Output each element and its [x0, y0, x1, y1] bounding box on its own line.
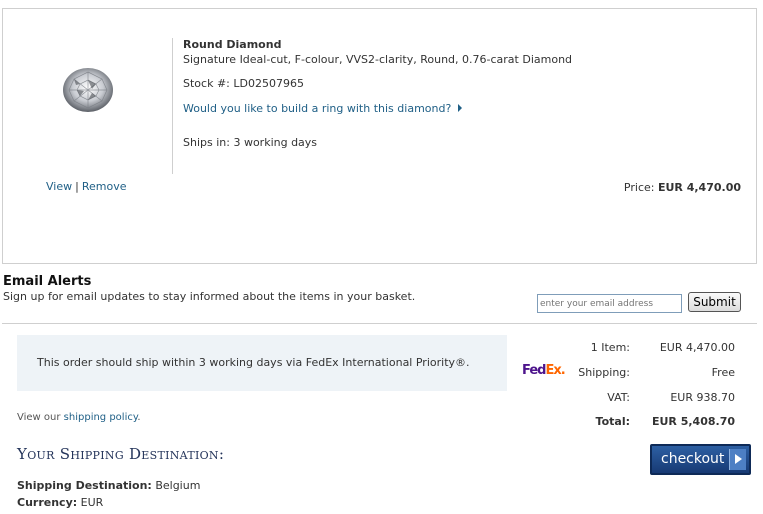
ships-in-text: Ships in: 3 working days	[183, 136, 318, 149]
stock-number: LD02507965	[233, 77, 304, 90]
diamond-image[interactable]	[62, 67, 114, 113]
item-description: Signature Ideal-cut, F-colour, VVS2-clar…	[183, 53, 573, 66]
vat-link[interactable]: VAT:	[510, 391, 630, 404]
shipping-policy-row: View our shipping policy.	[17, 412, 141, 423]
item-divider	[172, 38, 173, 174]
actions-separator: |	[75, 180, 79, 193]
item-title: Round Diamond	[183, 38, 282, 51]
basket-item-panel	[2, 8, 757, 264]
shipping-destination-heading: Your Shipping Destination:	[17, 445, 225, 463]
email-input[interactable]	[537, 294, 682, 313]
destination-row: Shipping Destination: Belgium	[17, 479, 200, 492]
item-actions: View | Remove	[46, 180, 126, 193]
build-ring-link[interactable]: Would you like to build a ring with this…	[183, 102, 451, 115]
item-price: Price: EUR 4,470.00	[624, 181, 741, 194]
destination-value: Belgium	[155, 479, 201, 492]
email-alerts-subtitle: Sign up for email updates to stay inform…	[3, 290, 416, 303]
total-value: EUR 5,408.70	[651, 415, 735, 428]
policy-suffix: .	[137, 412, 141, 423]
shipping-notice: This order should ship within 3 working …	[17, 335, 507, 391]
currency-row: Currency: EUR	[17, 496, 103, 509]
items-count-label: 1 Item:	[590, 341, 630, 354]
checkout-button[interactable]: checkout	[650, 444, 751, 475]
submit-button[interactable]: Submit	[688, 292, 741, 312]
email-alerts-title: Email Alerts	[3, 274, 92, 289]
destination-label: Shipping Destination:	[17, 479, 152, 492]
total-label: Total:	[595, 415, 630, 428]
stock-number-row: Stock #: LD02507965	[183, 77, 304, 90]
shipping-cost-label: Shipping:	[578, 366, 630, 379]
vat-value: EUR 938.70	[670, 391, 735, 404]
policy-prefix: View our	[17, 412, 61, 423]
currency-value: EUR	[80, 496, 104, 509]
arrow-right-icon	[729, 449, 746, 470]
view-item-link[interactable]: View	[46, 180, 72, 193]
shipping-policy-link[interactable]: shipping policy	[64, 412, 138, 423]
build-ring-row: Would you like to build a ring with this…	[183, 102, 462, 115]
caret-right-icon	[457, 104, 462, 112]
price-label: Price:	[623, 181, 655, 194]
checkout-label: checkout	[661, 451, 725, 467]
shipping-cost-value: Free	[711, 366, 735, 379]
section-divider	[2, 323, 757, 324]
stock-label: Stock #:	[183, 77, 230, 90]
remove-item-link[interactable]: Remove	[82, 180, 127, 193]
price-value: EUR 4,470.00	[657, 181, 741, 194]
items-subtotal: EUR 4,470.00	[659, 341, 735, 354]
currency-label: Currency:	[17, 496, 78, 509]
